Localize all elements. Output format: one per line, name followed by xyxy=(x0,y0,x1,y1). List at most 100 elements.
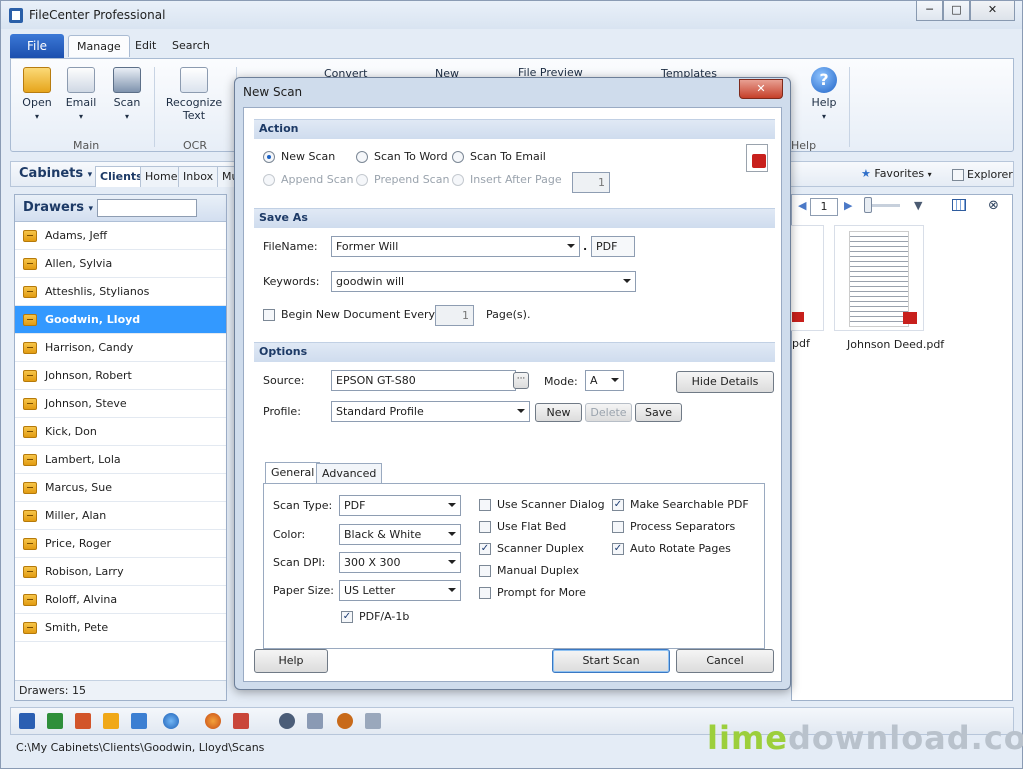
profile-delete-button[interactable]: Delete xyxy=(585,403,632,422)
firefox-icon[interactable] xyxy=(205,713,221,729)
prompt-for-more-checkbox[interactable] xyxy=(479,587,491,599)
keywords-combobox[interactable]: goodwin will xyxy=(331,271,636,292)
tab-advanced[interactable]: Advanced xyxy=(316,463,383,484)
drawers-filter-input[interactable] xyxy=(97,199,197,217)
binoculars-icon[interactable]: ⊗ xyxy=(988,198,999,213)
pdf-document-icon xyxy=(746,144,768,172)
profile-save-button[interactable]: Save xyxy=(635,403,682,422)
scan-dpi-select[interactable]: 300 X 300 xyxy=(339,552,461,573)
tab-manage[interactable]: Manage xyxy=(68,35,130,57)
tab-search[interactable]: Search xyxy=(164,35,218,57)
file-tab[interactable]: File xyxy=(10,34,64,58)
drawer-item[interactable]: Adams, Jeff xyxy=(15,222,226,250)
tab-edit[interactable]: Edit xyxy=(127,35,164,57)
pdfa-checkbox[interactable]: ✓ xyxy=(341,611,353,623)
begin-new-document-checkbox[interactable] xyxy=(263,309,275,321)
drawer-item[interactable]: Johnson, Steve xyxy=(15,390,226,418)
scan-to-email-radio[interactable] xyxy=(452,151,464,163)
drawer-item[interactable]: Roloff, Alvina xyxy=(15,586,226,614)
minimize-button[interactable]: ─ xyxy=(916,1,943,21)
drawer-folder-icon xyxy=(23,398,37,410)
scanner-duplex-checkbox[interactable]: ✓ xyxy=(479,543,491,555)
drawer-item[interactable]: Price, Roger xyxy=(15,530,226,558)
tab-inbox[interactable]: Inbox xyxy=(178,166,219,187)
drawer-item[interactable]: Atteshlis, Stylianos xyxy=(15,278,226,306)
prev-page-icon[interactable]: ◀ xyxy=(798,199,806,212)
filename-combobox[interactable]: Former Will xyxy=(331,236,580,257)
file-thumbnail-partial[interactable] xyxy=(790,225,824,331)
next-page-icon[interactable]: ▶ xyxy=(844,199,852,212)
dialog-help-button[interactable]: Help xyxy=(254,649,328,673)
cabinets-label[interactable]: Cabinets ▾ xyxy=(19,166,92,181)
camera-icon[interactable] xyxy=(279,713,295,729)
film-icon[interactable] xyxy=(307,713,323,729)
start-scan-button[interactable]: Start Scan xyxy=(552,649,670,673)
new-scan-radio[interactable] xyxy=(263,151,275,163)
drawers-dropdown[interactable]: Drawers ▾ xyxy=(23,200,93,215)
drawer-item[interactable]: Allen, Sylvia xyxy=(15,250,226,278)
favorites-button[interactable]: ★ Favorites ▾ xyxy=(861,167,932,180)
pdf-icon xyxy=(792,312,804,322)
drawer-item[interactable]: Smith, Pete xyxy=(15,614,226,642)
open-button[interactable]: Open ▾ xyxy=(17,67,57,122)
tab-home[interactable]: Home xyxy=(140,166,183,187)
append-scan-radio[interactable] xyxy=(263,174,275,186)
scan-type-select[interactable]: PDF xyxy=(339,495,461,516)
make-searchable-pdf-checkbox[interactable]: ✓ xyxy=(612,499,624,511)
zoom-slider-handle[interactable] xyxy=(864,197,872,213)
color-select[interactable]: Black & White xyxy=(339,524,461,545)
view-mode-icon[interactable] xyxy=(952,199,966,211)
manual-duplex-checkbox[interactable] xyxy=(479,565,491,577)
word-icon[interactable] xyxy=(19,713,35,729)
insert-after-page-label: Insert After Page xyxy=(470,173,562,186)
explorer-checkbox[interactable] xyxy=(952,169,964,181)
drawer-item[interactable]: Johnson, Robert xyxy=(15,362,226,390)
drawer-item[interactable]: Harrison, Candy xyxy=(15,334,226,362)
drawer-item[interactable]: Lambert, Lola xyxy=(15,446,226,474)
paper-size-select[interactable]: US Letter xyxy=(339,580,461,601)
prepend-scan-radio[interactable] xyxy=(356,174,368,186)
internet-explorer-icon[interactable] xyxy=(163,713,179,729)
help-ribbon-button[interactable]: ? Help ▾ xyxy=(807,67,841,122)
help-icon: ? xyxy=(811,67,837,93)
email-button[interactable]: Email ▾ xyxy=(61,67,101,122)
insert-after-page-radio[interactable] xyxy=(452,174,464,186)
drawer-item[interactable]: Kick, Don xyxy=(15,418,226,446)
use-flat-bed-checkbox[interactable] xyxy=(479,521,491,533)
maximize-button[interactable]: □ xyxy=(943,1,970,21)
use-scanner-dialog-checkbox[interactable] xyxy=(479,499,491,511)
drawer-item[interactable]: Goodwin, Lloyd xyxy=(15,306,226,334)
scan-to-word-radio[interactable] xyxy=(356,151,368,163)
eraser-icon[interactable] xyxy=(233,713,249,729)
file-thumbnail-johnson-deed[interactable] xyxy=(834,225,924,331)
source-browse-button[interactable]: ··· xyxy=(513,372,529,389)
powerpoint-icon[interactable] xyxy=(75,713,91,729)
drawer-item[interactable]: Robison, Larry xyxy=(15,558,226,586)
close-button[interactable]: ✕ xyxy=(970,1,1015,21)
mode-select[interactable]: A xyxy=(585,370,624,391)
source-field: EPSON GT-S80 xyxy=(331,370,516,391)
editor-icon[interactable] xyxy=(131,713,147,729)
hide-details-button[interactable]: Hide Details xyxy=(676,371,774,393)
tab-general[interactable]: General xyxy=(265,462,321,484)
pages-per-document-field[interactable]: 1 xyxy=(435,305,474,326)
scan-button[interactable]: Scan ▾ xyxy=(107,67,147,122)
outlook-icon[interactable] xyxy=(103,713,119,729)
cancel-button[interactable]: Cancel xyxy=(676,649,774,673)
profile-new-button[interactable]: New xyxy=(535,403,582,422)
settings-icon[interactable] xyxy=(365,713,381,729)
auto-rotate-pages-checkbox[interactable]: ✓ xyxy=(612,543,624,555)
insert-page-field[interactable]: 1 xyxy=(572,172,610,193)
drawer-item[interactable]: Miller, Alan xyxy=(15,502,226,530)
page-number-field[interactable]: 1 xyxy=(810,198,838,216)
scanner-icon xyxy=(113,67,141,93)
dialog-close-button[interactable]: ✕ xyxy=(739,79,783,99)
profile-select[interactable]: Standard Profile xyxy=(331,401,530,422)
recognize-text-button[interactable]: Recognize Text xyxy=(161,67,227,122)
filter-icon[interactable]: ▼ xyxy=(914,199,922,212)
drawer-item[interactable]: Marcus, Sue xyxy=(15,474,226,502)
process-separators-checkbox[interactable] xyxy=(612,521,624,533)
drawer-folder-icon xyxy=(23,426,37,438)
search-tool-icon[interactable] xyxy=(337,713,353,729)
excel-icon[interactable] xyxy=(47,713,63,729)
